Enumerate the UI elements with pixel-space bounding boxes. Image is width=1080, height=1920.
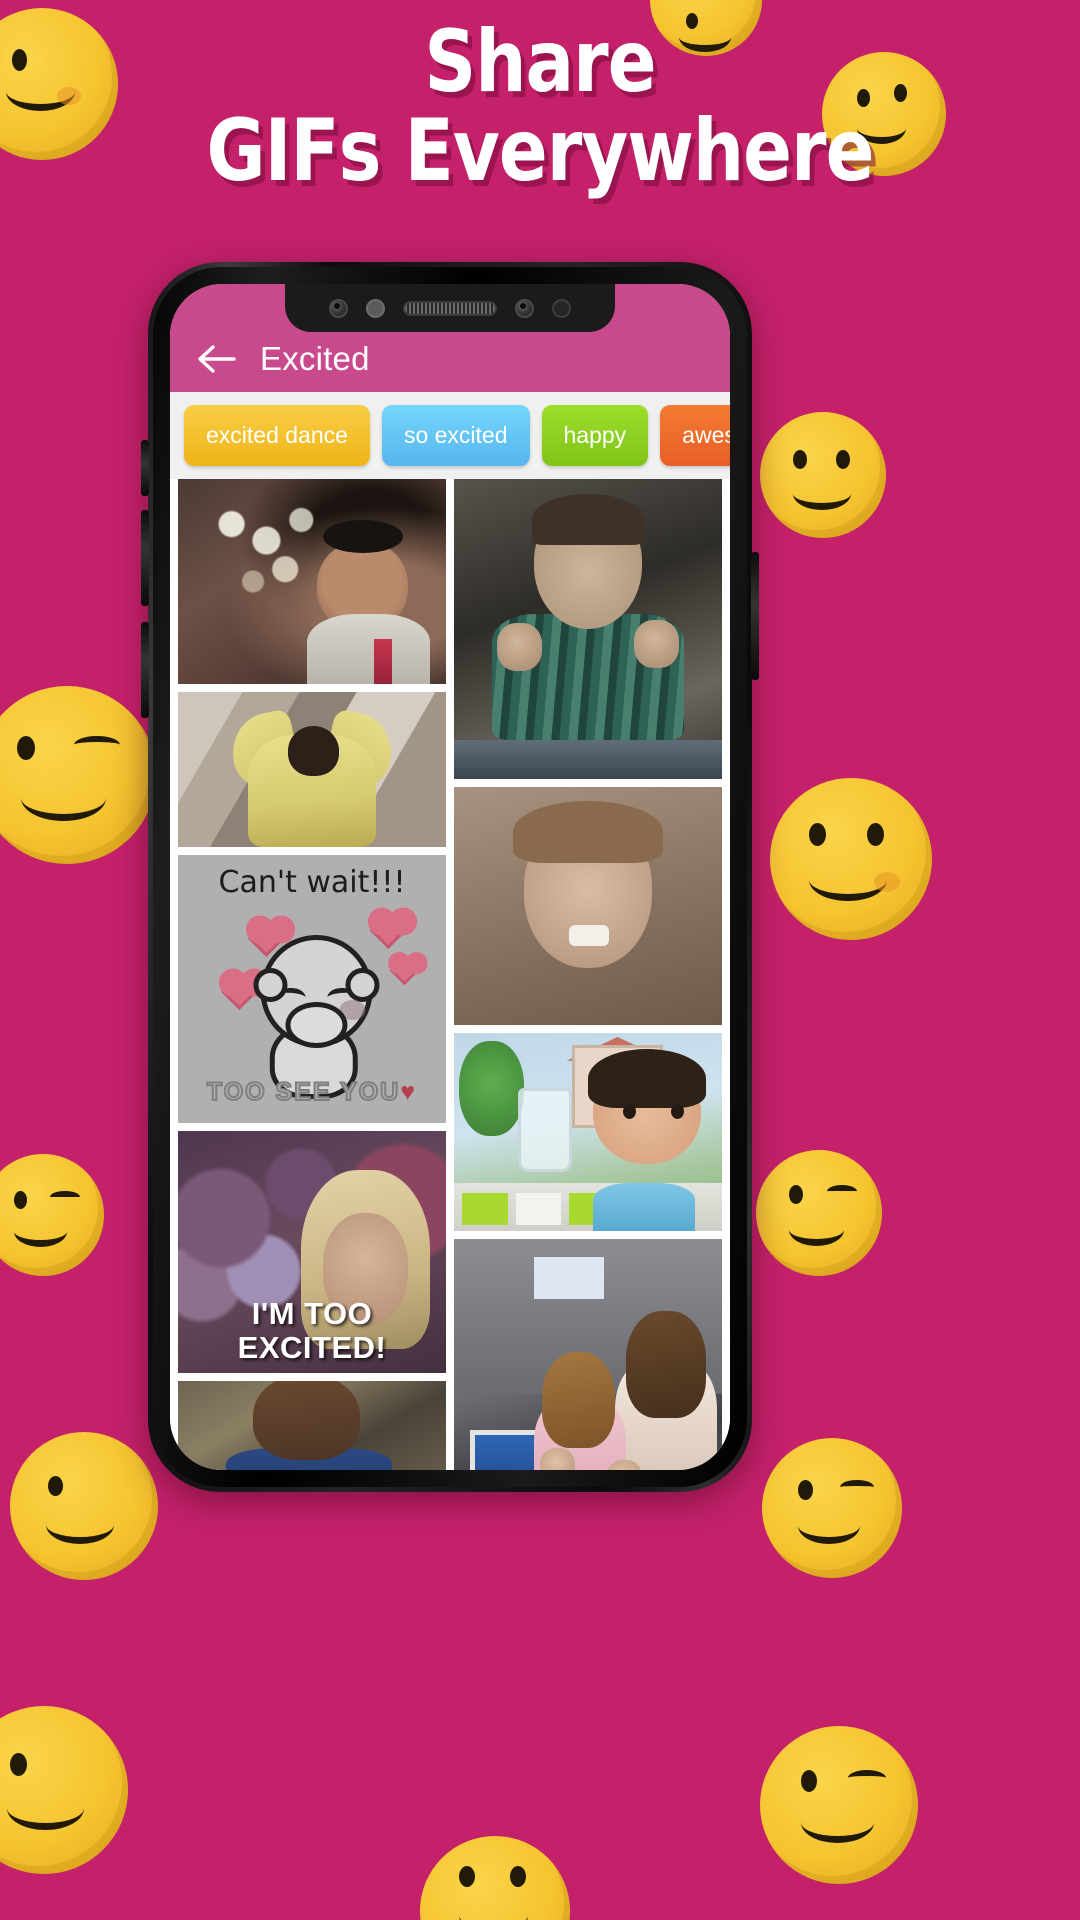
heart-icon xyxy=(389,954,421,986)
category-chip-row[interactable]: excited dance so excited happy awesome xyxy=(170,392,730,479)
promo-headline: Share GIFs Everywhere xyxy=(0,18,1080,195)
gif-art xyxy=(253,1381,361,1461)
gif-item-woman-blue-sweater[interactable] xyxy=(178,1381,446,1470)
gif-art xyxy=(496,623,543,671)
chip-awesome[interactable]: awesome xyxy=(660,405,730,466)
gif-item-cartoon-girl[interactable] xyxy=(454,1033,722,1231)
smiley-emoji xyxy=(0,1706,128,1874)
smiley-emoji xyxy=(770,778,932,940)
gif-art xyxy=(539,1447,575,1470)
gif-item-im-too-excited[interactable]: I'M TOO EXCITED! xyxy=(178,1131,446,1373)
chip-excited-dance[interactable]: excited dance xyxy=(184,405,370,466)
chip-label: excited dance xyxy=(206,422,348,448)
gif-item-woman-arms-up[interactable] xyxy=(178,692,446,847)
front-camera-icon xyxy=(329,298,348,318)
chip-label: awesome xyxy=(682,422,730,448)
gif-item-girl-cheering[interactable] xyxy=(178,479,446,684)
phone-button-volume-up[interactable] xyxy=(141,510,149,606)
gif-caption-top: Can't wait!!! xyxy=(218,865,406,900)
heart-icon xyxy=(370,910,409,949)
chip-label: so excited xyxy=(403,422,508,448)
smiley-emoji xyxy=(760,412,886,538)
gif-grid: Can't wait!!! TOO SEE YOU♥ I'M TOO EXCIT… xyxy=(170,479,730,1470)
page-title: Excited xyxy=(260,340,370,377)
gif-art xyxy=(322,520,404,553)
gif-art xyxy=(569,925,610,947)
chip-label: happy xyxy=(563,422,627,448)
gif-caption-line-1: I'M TOO xyxy=(251,1295,373,1331)
gif-art xyxy=(287,726,339,776)
gif-caption-bottom-text: TOO SEE YOU xyxy=(206,1077,401,1107)
sensor-dot-icon xyxy=(552,298,571,318)
smiley-emoji xyxy=(0,1154,104,1276)
gif-grid-left-column: Can't wait!!! TOO SEE YOU♥ I'M TOO EXCIT… xyxy=(178,479,446,1470)
gif-art xyxy=(531,494,645,545)
gif-art xyxy=(512,801,664,864)
gif-art xyxy=(462,1193,508,1226)
gif-art xyxy=(285,1002,348,1049)
gif-art xyxy=(278,987,307,1006)
sensor-dot-icon xyxy=(366,298,385,318)
smiley-emoji xyxy=(756,1150,882,1276)
gif-art xyxy=(588,1048,706,1109)
gif-art xyxy=(534,1256,605,1299)
gif-art xyxy=(373,638,393,684)
smiley-emoji xyxy=(0,686,156,864)
gif-art xyxy=(459,1040,524,1136)
gif-art xyxy=(593,1183,696,1231)
phone-mockup: Excited excited dance so excited happy a… xyxy=(141,262,759,1492)
back-arrow-icon[interactable] xyxy=(196,344,236,374)
gif-caption: I'M TOO EXCITED! xyxy=(178,1295,446,1365)
earpiece-speaker-icon xyxy=(403,300,497,316)
phone-notch xyxy=(285,284,615,332)
chip-happy[interactable]: happy xyxy=(541,405,649,466)
gif-art xyxy=(518,1088,572,1172)
gif-art xyxy=(454,740,722,779)
gif-item-toddler-excited[interactable] xyxy=(454,787,722,1025)
gif-item-cant-wait-sticker[interactable]: Can't wait!!! TOO SEE YOU♥ xyxy=(178,855,446,1123)
smiley-emoji xyxy=(760,1726,918,1884)
gif-art xyxy=(633,620,680,668)
gif-caption-line-2: EXCITED! xyxy=(237,1329,387,1365)
headline-line-2: GIFs Everywhere xyxy=(206,100,874,201)
smiley-emoji xyxy=(762,1438,902,1578)
smiley-emoji xyxy=(10,1432,158,1580)
bear-icon xyxy=(253,935,380,1049)
front-camera-icon xyxy=(515,298,534,318)
gif-art xyxy=(625,1310,706,1418)
phone-button-silent[interactable] xyxy=(141,440,149,496)
chip-so-excited[interactable]: so excited xyxy=(381,405,530,466)
gif-art xyxy=(542,1352,615,1448)
phone-button-power[interactable] xyxy=(751,552,759,680)
gif-item-boy-fists-up[interactable] xyxy=(454,479,722,779)
phone-button-volume-down[interactable] xyxy=(141,622,149,718)
gif-grid-right-column xyxy=(454,479,722,1470)
smiley-emoji xyxy=(420,1836,570,1920)
gif-art xyxy=(515,1193,562,1226)
gif-item-two-women-office[interactable] xyxy=(454,1239,722,1470)
headline-line-1: Share xyxy=(424,12,656,112)
phone-screen: Excited excited dance so excited happy a… xyxy=(170,284,730,1470)
gif-art xyxy=(317,540,409,631)
heart-glyph: ♥ xyxy=(400,1078,418,1106)
gif-caption-bottom: TOO SEE YOU♥ xyxy=(178,1077,446,1107)
